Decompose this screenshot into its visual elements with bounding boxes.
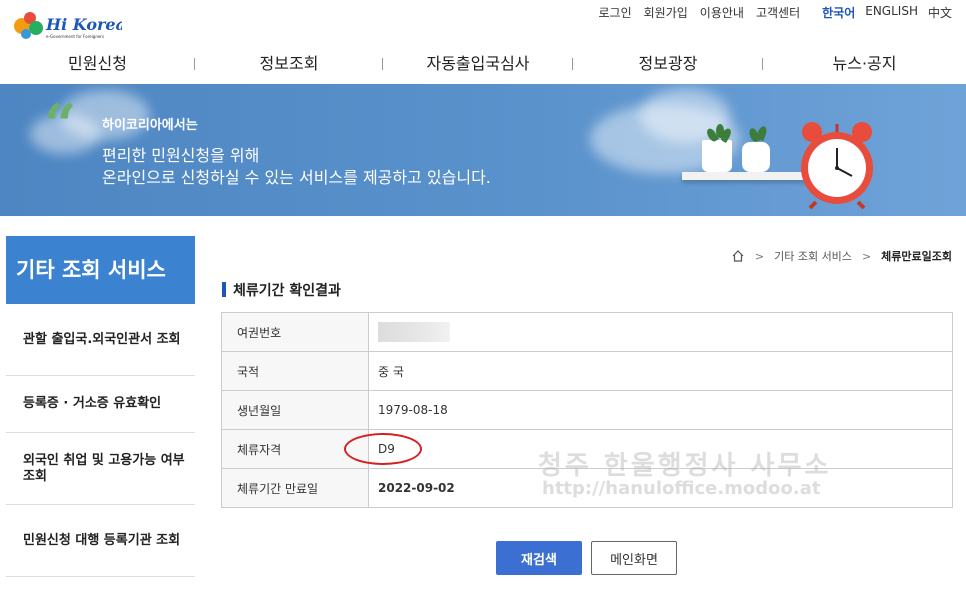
main-navigation: 민원신청 정보조회 자동출입국심사 정보광장 뉴스·공지 bbox=[0, 46, 966, 82]
expiry-date-label: 체류기간 만료일 bbox=[221, 468, 369, 508]
banner-line-1: 편리한 민원신청을 위해 bbox=[102, 146, 260, 165]
banner-line-2: 온라인으로 신청하실 수 있는 서비스를 제공하고 있습니다. bbox=[102, 168, 491, 187]
nav-item-civil-application[interactable]: 민원신청 bbox=[0, 46, 195, 82]
birth-date-label: 생년월일 bbox=[221, 390, 369, 430]
sidebar-item-label: 민원신청 대행 등록기관 조회 bbox=[23, 532, 181, 548]
table-row: 국적 중 국 bbox=[221, 351, 953, 391]
chevron-right-icon: > bbox=[861, 249, 872, 263]
nav-item-label: 정보광장 bbox=[638, 54, 698, 73]
sidebar-item-card-validity[interactable]: 등록증 · 거소증 유효확인 bbox=[6, 376, 195, 433]
nav-item-news-notice[interactable]: 뉴스·공지 bbox=[763, 46, 966, 82]
nav-item-label: 뉴스·공지 bbox=[832, 54, 897, 73]
sidebar-item-label: 관할 출입국.외국인관서 조회 bbox=[23, 331, 181, 347]
birth-date-value: 1979-08-18 bbox=[368, 390, 953, 430]
nav-item-info-plaza[interactable]: 정보광장 bbox=[573, 46, 763, 82]
cute-pot-icon bbox=[742, 142, 770, 172]
table-row: 여권번호 bbox=[221, 312, 953, 352]
banner-subtitle: 하이코리아에서는 bbox=[102, 118, 198, 133]
shelf bbox=[682, 172, 812, 180]
highlight-circle bbox=[344, 433, 422, 465]
hero-banner: “ 하이코리아에서는 편리한 민원신청을 위해 온라인으로 신청하실 수 있는 … bbox=[0, 84, 966, 216]
chevron-right-icon: > bbox=[754, 249, 765, 263]
passport-number-value bbox=[368, 312, 953, 352]
nav-item-info-inquiry[interactable]: 정보조회 bbox=[195, 46, 383, 82]
alarm-clock-icon bbox=[801, 122, 873, 210]
lang-korean-link[interactable]: 한국어 bbox=[822, 4, 855, 21]
nav-item-label: 민원신청 bbox=[68, 54, 127, 73]
join-link[interactable]: 회원가입 bbox=[644, 4, 688, 21]
logo-tagline: e-Government for Foreigners bbox=[46, 34, 104, 39]
breadcrumb-level-1[interactable]: 기타 조회 서비스 bbox=[774, 248, 852, 264]
sidebar-item-agency-lookup[interactable]: 민원신청 대행 등록기관 조회 bbox=[6, 505, 195, 577]
utility-menu: 로그인 회원가입 이용안내 고객센터 한국어 ENGLISH 中文 bbox=[586, 4, 952, 21]
watermark-office-name: 청주 한울행정사 사무소 bbox=[538, 451, 832, 481]
re-search-button[interactable]: 재검색 bbox=[496, 541, 582, 575]
watermark-url: http://hanuloffice.modoo.at bbox=[542, 478, 821, 499]
passport-number-label: 여권번호 bbox=[221, 312, 369, 352]
nationality-value: 중 국 bbox=[368, 351, 953, 391]
plant-pot-icon bbox=[702, 140, 732, 172]
table-row: 생년월일 1979-08-18 bbox=[221, 390, 953, 430]
nav-item-label: 자동출입국심사 bbox=[426, 54, 530, 73]
sidebar-title: 기타 조회 서비스 bbox=[6, 236, 195, 304]
sidebar-item-label: 등록증 · 거소증 유효확인 bbox=[23, 396, 162, 411]
breadcrumb-current: 체류만료일조회 bbox=[881, 250, 952, 263]
hikorea-logo[interactable]: Hi Korea e-Government for Foreigners bbox=[12, 8, 126, 42]
sidebar-item-office-lookup[interactable]: 관할 출입국.외국인관서 조회 bbox=[6, 304, 195, 376]
support-link[interactable]: 고객센터 bbox=[756, 4, 800, 21]
sidebar-item-label: 외국인 취업 및 고용가능 여부 조회 bbox=[23, 452, 185, 484]
breadcrumb: > 기타 조회 서비스 > 체류만료일조회 bbox=[731, 248, 952, 264]
home-icon[interactable] bbox=[731, 249, 745, 263]
logo-text: Hi Korea bbox=[45, 15, 122, 34]
nav-item-auto-immigration[interactable]: 자동출입국심사 bbox=[383, 46, 573, 82]
nav-item-label: 정보조회 bbox=[259, 54, 319, 73]
main-page-button[interactable]: 메인화면 bbox=[591, 541, 677, 575]
guide-link[interactable]: 이용안내 bbox=[700, 4, 744, 21]
lang-english-link[interactable]: ENGLISH bbox=[865, 4, 918, 21]
redacted-passport-number bbox=[378, 322, 450, 342]
lang-chinese-link[interactable]: 中文 bbox=[928, 4, 952, 21]
quote-mark-icon: “ bbox=[44, 92, 77, 158]
nationality-label: 국적 bbox=[221, 351, 369, 391]
section-title: 체류기간 확인결과 bbox=[222, 280, 341, 300]
sidebar-item-employment-check[interactable]: 외국인 취업 및 고용가능 여부 조회 bbox=[6, 433, 195, 505]
login-link[interactable]: 로그인 bbox=[598, 4, 631, 21]
